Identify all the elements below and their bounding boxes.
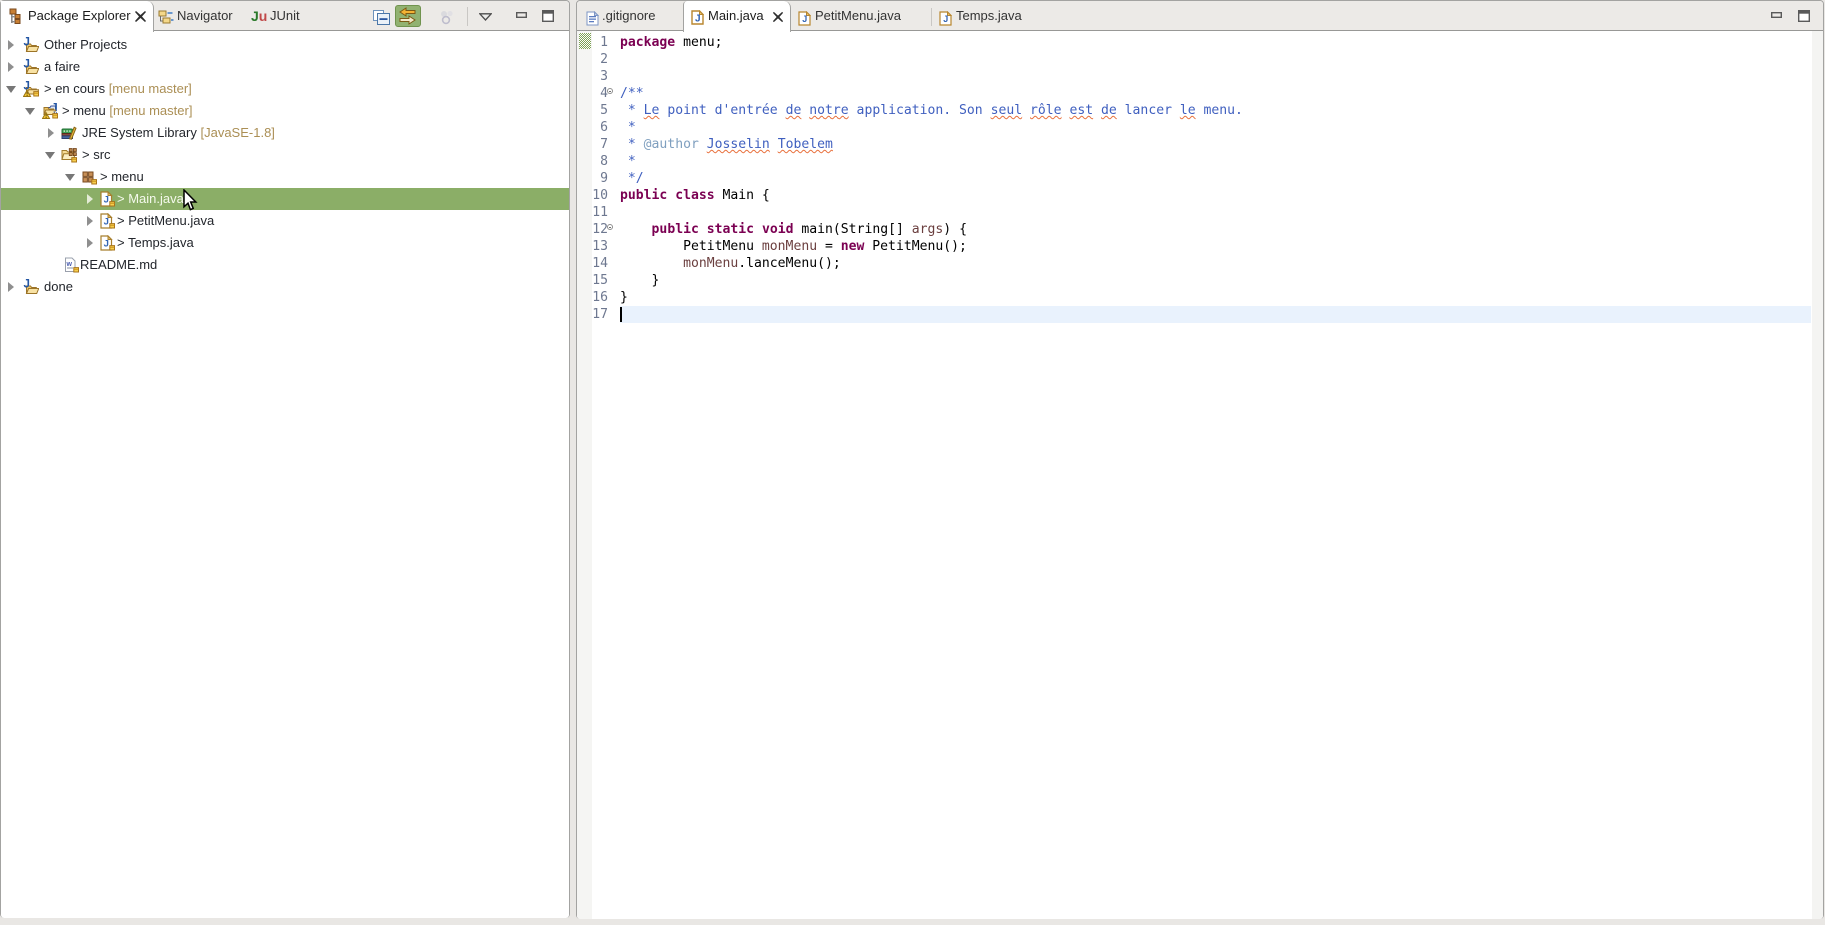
svg-text:J: J <box>104 239 109 250</box>
svg-text:J: J <box>802 14 807 24</box>
svg-text:J: J <box>24 279 30 291</box>
svg-text:J: J <box>24 37 30 49</box>
svg-text:J: J <box>104 217 109 228</box>
svg-text:J: J <box>24 59 30 71</box>
svg-text:J: J <box>695 14 701 25</box>
svg-text:J: J <box>104 195 109 206</box>
svg-text:w: w <box>66 261 73 268</box>
svg-text:J: J <box>943 14 948 24</box>
